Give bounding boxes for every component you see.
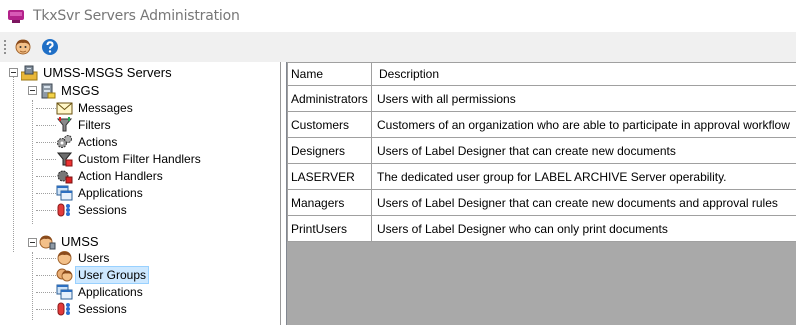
- tree-item-label: Actions: [78, 135, 118, 149]
- filter-icon: [56, 117, 73, 132]
- column-header-name[interactable]: Name: [287, 62, 372, 86]
- tree-item-label: MSGS: [61, 83, 100, 98]
- help-question-icon: [42, 39, 58, 55]
- tree-line: [36, 309, 56, 310]
- tree-line: [36, 258, 56, 259]
- cell-description[interactable]: Customers of an organization who are abl…: [371, 111, 796, 138]
- table-row[interactable]: PrintUsers Users of Label Designer who c…: [287, 215, 796, 242]
- tree-line: [36, 159, 56, 160]
- envelope-icon: [56, 102, 73, 115]
- server-icon: [41, 83, 56, 99]
- collapse-root-toggle[interactable]: [9, 68, 18, 77]
- tree-item-users[interactable]: Users: [56, 249, 111, 267]
- cell-description[interactable]: Users of Label Designer that can create …: [371, 189, 796, 216]
- collapse-msgs-toggle[interactable]: [28, 86, 37, 95]
- table-row[interactable]: LASERVER The dedicated user group for LA…: [287, 163, 796, 190]
- user-face-icon: [57, 251, 72, 265]
- cell-name[interactable]: PrintUsers: [287, 215, 372, 242]
- table-header-row: Name Description: [287, 62, 796, 86]
- tree-item-label: Applications: [78, 285, 143, 299]
- tree-line: [36, 292, 56, 293]
- tree-item-action-handlers[interactable]: Action Handlers: [56, 167, 165, 185]
- cell-name[interactable]: Customers: [287, 111, 372, 138]
- sessions-icon: [57, 203, 70, 217]
- gears-icon: [57, 135, 72, 148]
- server-admin-app-icon: [8, 10, 24, 23]
- tree-item-label: User Groups: [74, 266, 150, 284]
- cell-name[interactable]: Managers: [287, 189, 372, 216]
- column-header-description[interactable]: Description: [371, 62, 796, 86]
- user-face-icon: [15, 39, 31, 55]
- server-tree[interactable]: UMSS-MSGS Servers MSGS Messages Filters: [0, 62, 281, 325]
- tree-item-actions[interactable]: Actions: [56, 133, 119, 151]
- cell-name[interactable]: LASERVER: [287, 163, 372, 190]
- tree-line: [36, 142, 56, 143]
- tree-item-label: Sessions: [78, 203, 127, 217]
- tree-line: [36, 108, 56, 109]
- toolbar-grip[interactable]: [3, 39, 7, 56]
- table-row[interactable]: Administrators Users with all permission…: [287, 85, 796, 112]
- user-group-icon: [56, 268, 73, 282]
- action-handler-icon: [57, 170, 73, 184]
- cell-name[interactable]: Administrators: [287, 85, 372, 112]
- tree-line: [36, 193, 56, 194]
- servers-folder-icon: [21, 65, 38, 81]
- table-row[interactable]: Designers Users of Label Designer that c…: [287, 137, 796, 164]
- collapse-umss-toggle[interactable]: [28, 238, 37, 247]
- table-row[interactable]: Managers Users of Label Designer that ca…: [287, 189, 796, 216]
- tree-line: [32, 252, 33, 320]
- tree-line: [13, 74, 14, 252]
- cell-description[interactable]: Users of Label Designer who can only pri…: [371, 215, 796, 242]
- tree-line: [36, 176, 56, 177]
- tree-item-root[interactable]: UMSS-MSGS Servers: [21, 64, 174, 82]
- tree-item-msgs-sessions[interactable]: Sessions: [56, 201, 129, 219]
- sessions-icon: [57, 302, 70, 316]
- tree-item-label: UMSS-MSGS Servers: [43, 65, 172, 80]
- tree-item-user-groups[interactable]: User Groups: [56, 266, 150, 284]
- title-bar: TkxSvr Servers Administration: [0, 0, 796, 32]
- cell-name[interactable]: Designers: [287, 137, 372, 164]
- tree-item-messages[interactable]: Messages: [56, 99, 135, 117]
- user-groups-grid[interactable]: Name Description Administrators Users wi…: [286, 62, 796, 325]
- tree-item-label: UMSS: [61, 234, 99, 249]
- tree-line: [36, 275, 56, 276]
- tree-item-msgs[interactable]: MSGS: [39, 82, 101, 100]
- tree-item-label: Filters: [78, 118, 111, 132]
- user-server-icon: [39, 235, 56, 250]
- tree-item-msgs-applications[interactable]: Applications: [56, 184, 145, 202]
- users-tool-button[interactable]: [12, 37, 34, 57]
- tree-item-label: Sessions: [78, 302, 127, 316]
- tree-item-label: Messages: [78, 101, 133, 115]
- user-groups-table: Name Description Administrators Users wi…: [287, 62, 796, 242]
- help-button[interactable]: [40, 37, 62, 57]
- custom-filter-icon: [56, 152, 73, 167]
- cell-description[interactable]: Users with all permissions: [371, 85, 796, 112]
- applications-icon: [56, 185, 73, 201]
- applications-icon: [56, 284, 73, 300]
- cell-description[interactable]: Users of Label Designer that can create …: [371, 137, 796, 164]
- cell-description[interactable]: The dedicated user group for LABEL ARCHI…: [371, 163, 796, 190]
- tree-item-label: Applications: [78, 186, 143, 200]
- tree-line: [36, 125, 56, 126]
- tree-item-label: Action Handlers: [78, 169, 163, 183]
- tree-item-filters[interactable]: Filters: [56, 116, 113, 134]
- tree-item-umss-sessions[interactable]: Sessions: [56, 300, 129, 318]
- tree-line: [36, 210, 56, 211]
- tree-line: [32, 100, 33, 224]
- tree-item-label: Custom Filter Handlers: [78, 152, 201, 166]
- tree-item-umss-applications[interactable]: Applications: [56, 283, 145, 301]
- tree-item-label: Users: [78, 251, 110, 265]
- tree-item-custom-filter-handlers[interactable]: Custom Filter Handlers: [56, 150, 203, 168]
- toolbar: [0, 32, 796, 62]
- window-title: TkxSvr Servers Administration: [33, 8, 240, 24]
- table-row[interactable]: Customers Customers of an organization w…: [287, 111, 796, 138]
